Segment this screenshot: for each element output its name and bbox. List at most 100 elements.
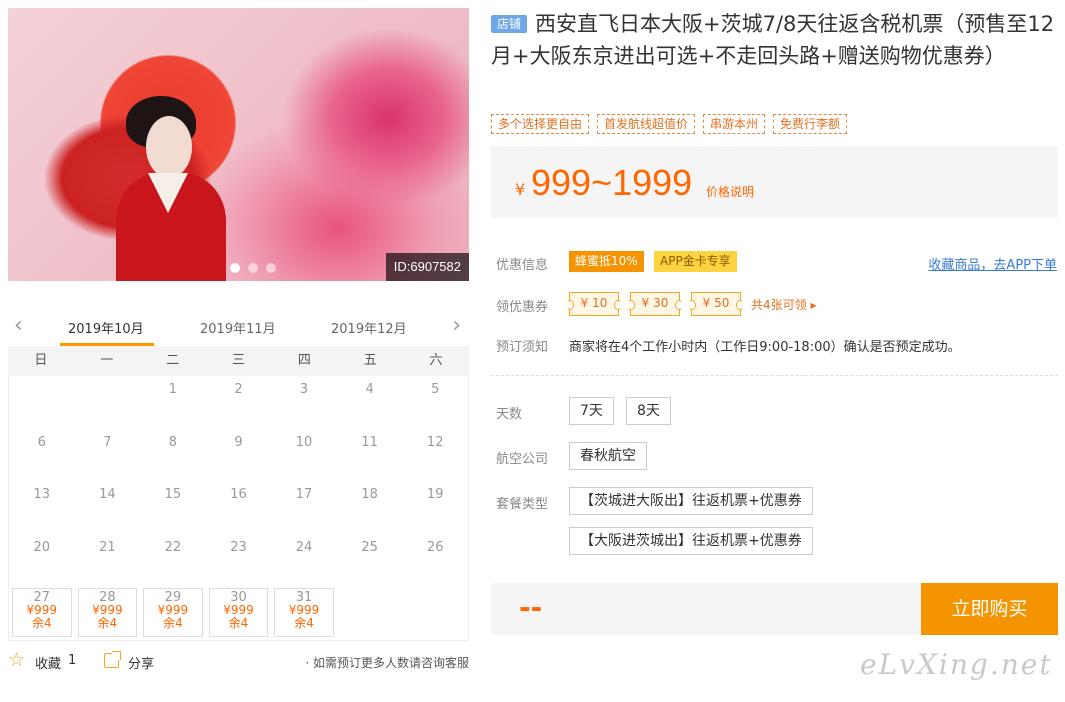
coupon-50[interactable]: ¥ 50	[688, 292, 744, 316]
feature-tag: 首发航线超值价	[597, 114, 696, 134]
carousel-dot[interactable]	[248, 263, 258, 273]
calendar-day: 19	[426, 487, 444, 503]
option-7-days[interactable]: 7天	[569, 397, 614, 425]
figure-face	[146, 116, 192, 178]
calendar-day	[9, 376, 75, 429]
feature-tags: 多个选择更自由 首发航线超值价 串游本州 免费行李额	[491, 114, 848, 134]
carousel-dot[interactable]	[266, 263, 276, 273]
total-price: --	[519, 591, 543, 624]
weekday-label: 六	[429, 353, 443, 368]
app-gold-card-badge: APP金卡专享	[654, 251, 737, 272]
calendar-day-stock: 余4	[163, 616, 183, 631]
calendar-day: 12	[426, 434, 444, 450]
calendar-day[interactable]: 30 ¥999 余4	[208, 588, 269, 637]
price-currency: ¥	[515, 180, 526, 199]
price-explain-link[interactable]: 价格说明	[706, 183, 754, 200]
calendar-day: 8	[168, 434, 178, 450]
product-image[interactable]: ID:6907582	[8, 8, 469, 281]
weekday-label: 日	[34, 353, 48, 368]
shop-badge: 店铺	[491, 15, 528, 33]
weekday-label: 四	[297, 353, 311, 368]
airline-label: 航空公司	[496, 452, 549, 467]
section-divider	[491, 375, 1058, 376]
option-package-osaka-in[interactable]: 【大阪进茨城出】往返机票+优惠券	[569, 527, 813, 555]
calendar-day: 17	[295, 487, 313, 503]
calendar-day: 15	[164, 487, 182, 503]
calendar-day: 18	[361, 487, 378, 503]
favorite-button[interactable]: 收藏	[35, 653, 61, 672]
left-footer: ☆ 收藏 1 分享 · 如需预订更多人数请咨询客服	[8, 649, 469, 673]
purchase-bar: -- 立即购买	[491, 583, 1058, 635]
coupon-10[interactable]: ¥ 10	[566, 292, 622, 316]
option-package-ibaraki-in[interactable]: 【茨城进大阪出】往返机票+优惠券	[569, 487, 813, 515]
share-button[interactable]: 分享	[128, 653, 154, 672]
calendar-day[interactable]: 29 ¥999 余4	[143, 588, 203, 637]
calendar-day-stock: 余4	[294, 616, 314, 631]
calendar-day: 6	[37, 434, 46, 450]
coupon-more-link[interactable]: 共4张可领 ▸	[751, 296, 816, 313]
feature-tag: 免费行李额	[773, 114, 848, 134]
option-8-days[interactable]: 8天	[626, 397, 671, 425]
calendar-day: 5	[431, 382, 440, 397]
weekday-label: 三	[231, 353, 245, 368]
days-label: 天数	[496, 407, 523, 422]
watermark: eLvXing.net	[860, 648, 1053, 681]
calendar-day: 2	[234, 382, 243, 397]
calendar-day: 26	[426, 539, 444, 555]
calendar-day: 25	[361, 539, 378, 555]
calendar-day: 16	[230, 487, 247, 503]
weekday-label: 五	[363, 353, 377, 368]
calendar-day: 11	[361, 434, 378, 450]
price-range: 999~1999	[531, 162, 693, 203]
coupon-label: 领优惠券	[496, 300, 549, 315]
calendar-day: 13	[33, 487, 51, 503]
share-icon[interactable]	[104, 651, 121, 668]
chevron-left-icon[interactable]: ‹	[14, 315, 23, 337]
calendar-day: 9	[234, 434, 243, 450]
product-title-block: 店铺 西安直飞日本大阪+茨城7/8天往返含税机票（预售至12月+大阪东京进出可选+…	[491, 8, 1056, 72]
booking-notice-label: 预订须知	[496, 340, 549, 355]
tab-month-november[interactable]: 2019年11月	[200, 318, 276, 337]
calendar-day-stock: 余4	[228, 616, 249, 631]
calendar-day: 24	[295, 539, 313, 555]
group-booking-note: · 如需预订更多人数请咨询客服	[305, 656, 469, 670]
calendar-day: 14	[99, 487, 116, 503]
tab-month-october[interactable]: 2019年10月	[68, 318, 144, 337]
product-title: 西安直飞日本大阪+茨城7/8天往返含税机票（预售至12月+大阪东京进出可选+不走…	[491, 12, 1055, 68]
image-id-tag: ID:6907582	[385, 253, 469, 281]
calendar-day[interactable]: 31 ¥999 余4	[274, 588, 334, 637]
favorite-go-app-link[interactable]: 收藏商品，去APP下单	[928, 254, 1057, 273]
calendar-day: 4	[365, 382, 374, 397]
calendar-day[interactable]: 27 ¥999 余4	[12, 588, 72, 637]
calendar-day: 7	[103, 434, 112, 450]
carousel-dot[interactable]	[230, 263, 240, 273]
price-box: ¥ 999~1999 价格说明	[491, 146, 1058, 218]
chevron-right-icon[interactable]: ›	[452, 315, 461, 337]
calendar-day-stock: 余4	[97, 616, 118, 631]
feature-tag: 多个选择更自由	[491, 114, 590, 134]
calendar-day[interactable]: 28 ¥999 余4	[77, 588, 138, 637]
calendar-day	[75, 376, 141, 429]
calendar-day: 1	[168, 382, 178, 397]
carousel-dots	[230, 263, 276, 273]
option-airline-spring[interactable]: 春秋航空	[569, 442, 647, 470]
calendar-day: 21	[99, 539, 116, 555]
buy-now-button[interactable]: 立即购买	[921, 583, 1058, 635]
booking-notice-text: 商家将在4个工作小时内（工作日9:00-18:00）确认是否预定成功。	[569, 340, 961, 355]
coupon-30[interactable]: ¥ 30	[627, 292, 683, 316]
weekday-label: 一	[100, 353, 114, 368]
calendar-day-stock: 余4	[31, 616, 52, 631]
calendar-day: 10	[295, 434, 313, 450]
calendar-weekday-header: 日 一 二 三 四 五 六	[8, 346, 469, 376]
honey-discount-badge: 蜂蜜抵10%	[569, 251, 644, 272]
calendar-day: 3	[299, 382, 309, 397]
calendar-month-tabs: ‹ 2019年10月 2019年11月 2019年12月 ›	[8, 310, 469, 346]
feature-tag: 串游本州	[703, 114, 766, 134]
calendar-day: 23	[230, 539, 247, 555]
tab-month-december[interactable]: 2019年12月	[331, 318, 407, 337]
star-icon[interactable]: ☆	[8, 649, 25, 671]
calendar-day: 20	[33, 539, 51, 555]
calendar-grid: 1 2 3 4 5 6 7 8 9 10 11 12 13 14 15 16 17 18 19 20 21 22 23 24 2…	[8, 376, 469, 641]
package-label: 套餐类型	[496, 497, 549, 512]
promo-label: 优惠信息	[496, 258, 549, 273]
